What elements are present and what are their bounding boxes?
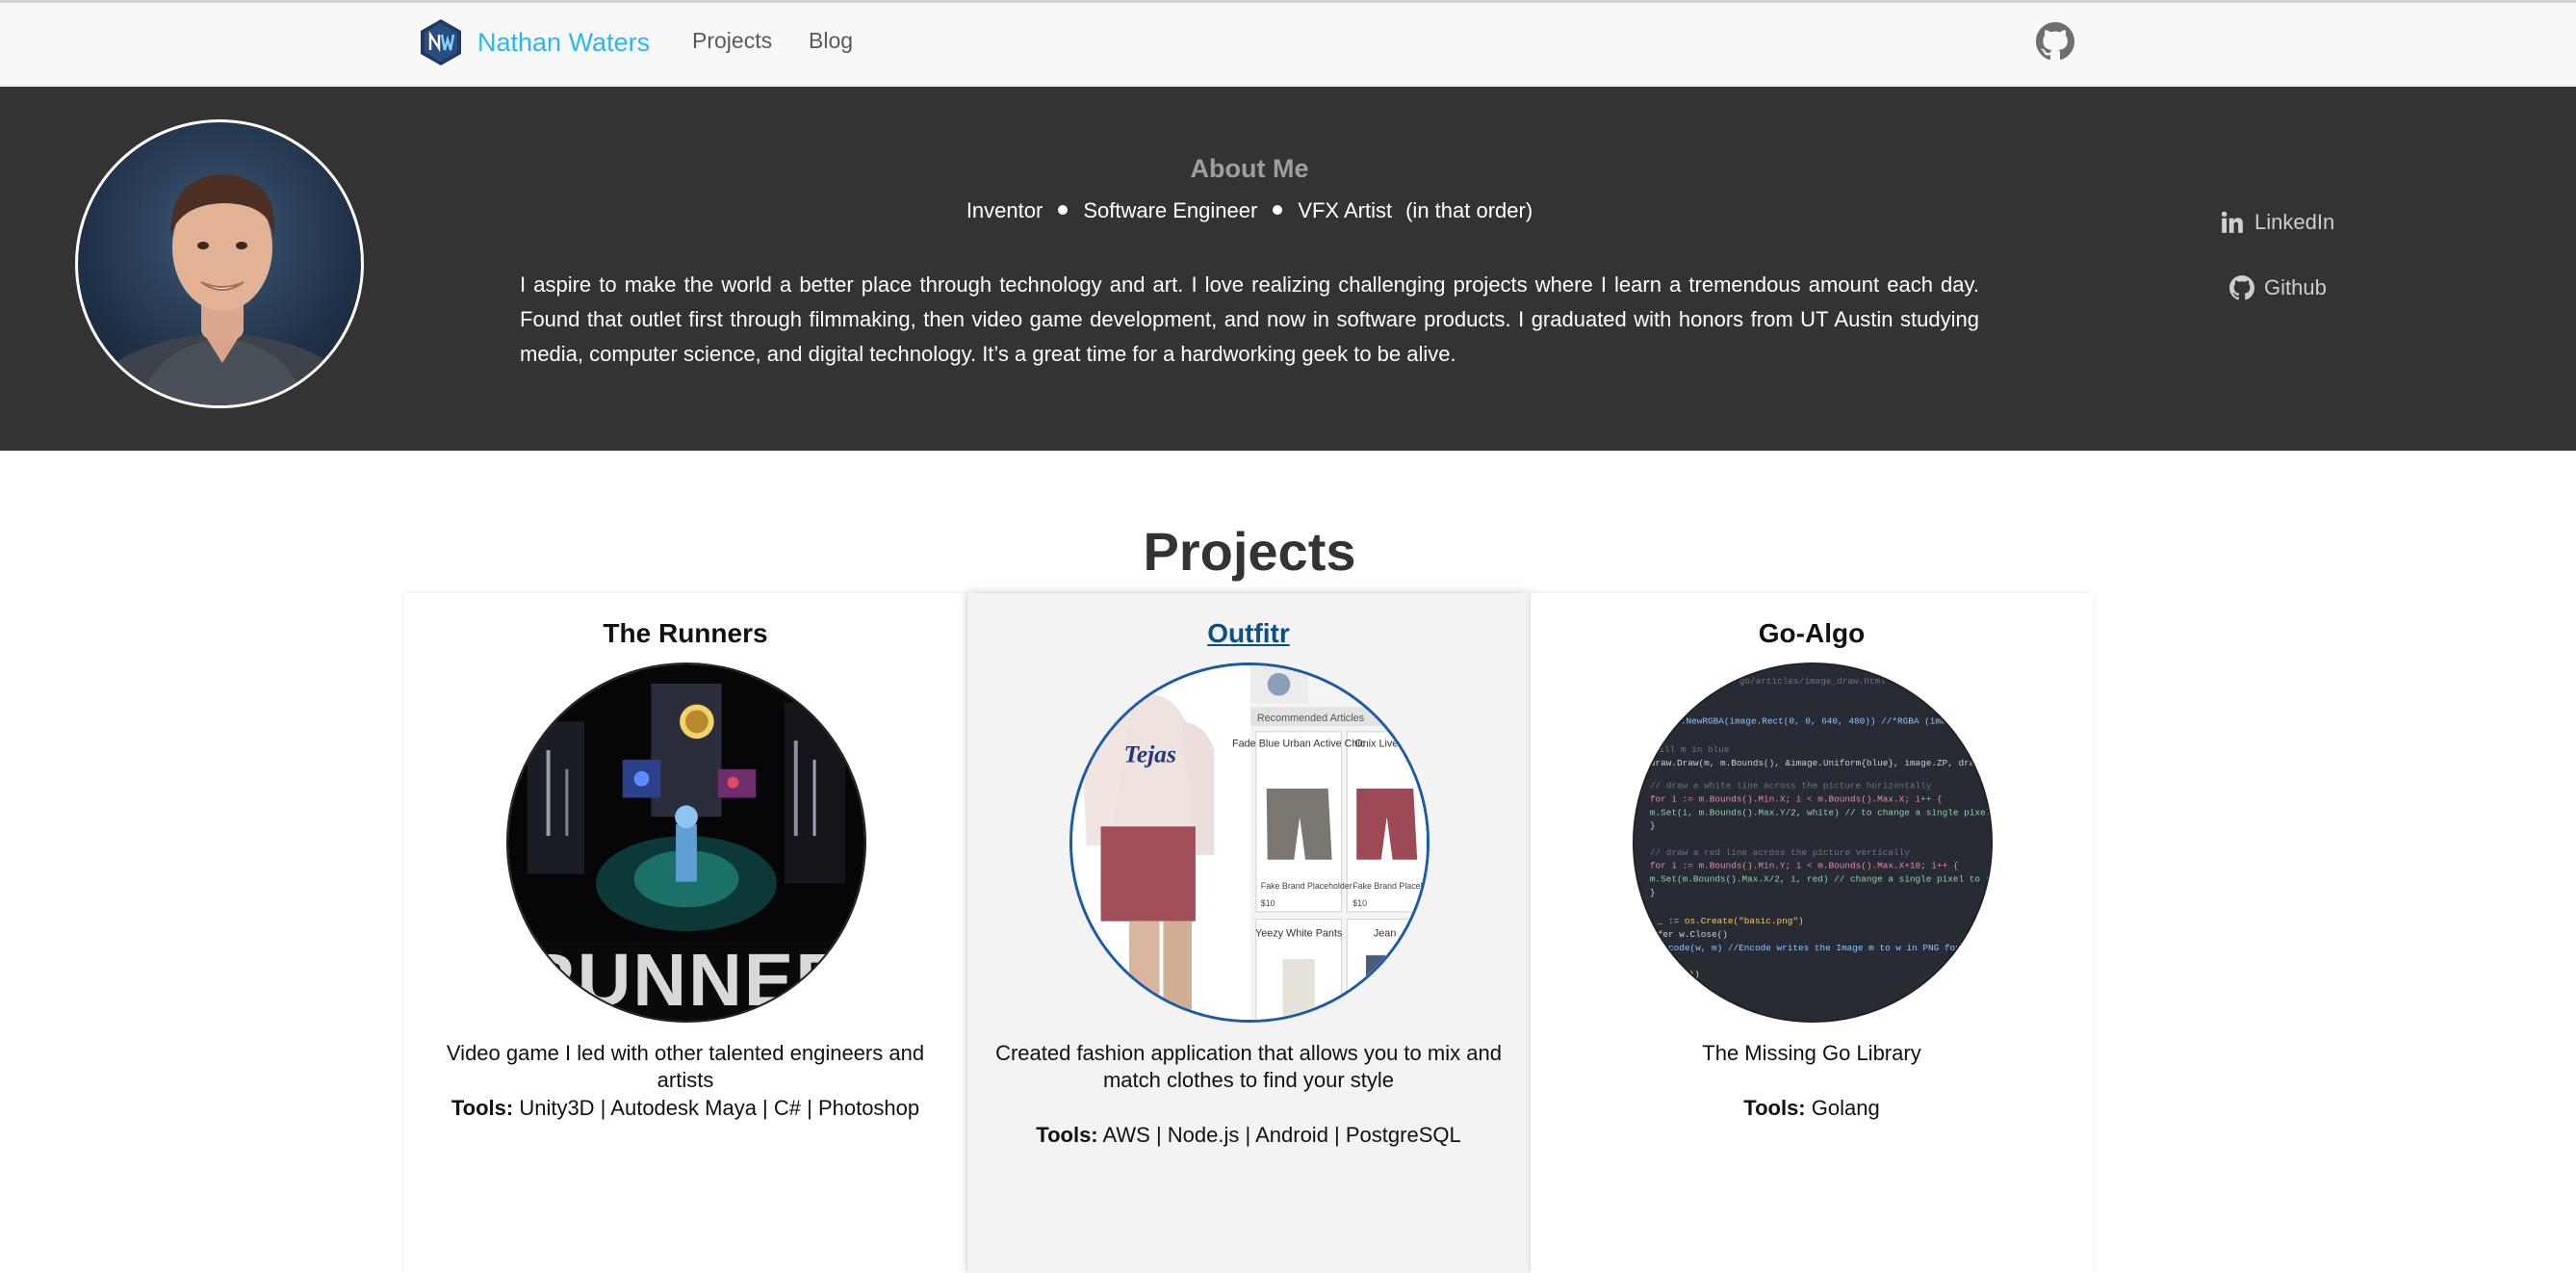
code-line: for i := m.Bounds().Min.Y; i < m.Bounds(… — [1650, 861, 1959, 871]
about-section: About Me Inventor Software Engineer VFX Ar… — [0, 87, 2576, 451]
code-line: } — [1650, 887, 1656, 897]
project-title: Go-Algo — [1758, 618, 1866, 648]
project-title-link[interactable]: Outfitr — [967, 618, 1530, 649]
roles-line: Inventor Software Engineer VFX Artist (in t… — [0, 198, 2499, 223]
item4-name: Jean — [1374, 927, 1396, 939]
code-line: _ := os.Create("basic.png") — [1657, 916, 1804, 926]
tools-list: Unity3D | Autodesk Maya | C# | Photoshop — [519, 1096, 920, 1120]
nw-logo-icon — [421, 19, 461, 65]
project-image-outfitr: Tejas Recommended Articles Fade Blue Urb… — [1069, 662, 1430, 1023]
role-inventor: Inventor — [966, 198, 1043, 222]
projects-heading: Projects — [1143, 521, 1356, 582]
linkedin-label[interactable]: LinkedIn — [2254, 210, 2334, 235]
role-vfx-artist: VFX Artist — [1298, 198, 1393, 222]
runners-logo-text: RUNNER — [522, 939, 851, 1021]
tools-label: Tools: — [1036, 1123, 1098, 1147]
tools-list: Golang — [1811, 1096, 1880, 1120]
tools-label: Tools: — [1743, 1096, 1806, 1120]
project-description: Created fashion application that allows … — [995, 1041, 1502, 1092]
bullet-dot — [1058, 205, 1069, 216]
project-card-the-runners[interactable]: The Runners RUNNER Video game I led with… — [404, 593, 966, 1273]
price: $10 — [1261, 898, 1275, 908]
nav-link-blog[interactable]: Blog — [809, 28, 853, 54]
code-line: // draw a red line across the picture ve… — [1650, 847, 1910, 858]
project-card-go-algo[interactable]: Go-Algo go/articles/image_draw.html imag… — [1531, 593, 2093, 1273]
project-description: The Missing Go Library — [1702, 1041, 1921, 1065]
code-line: m.Set(i, m.Bounds().Max.Y/2, white) // t… — [1650, 807, 1991, 818]
brand-name[interactable]: Nathan Waters — [477, 28, 650, 58]
price: $10 — [1352, 898, 1367, 908]
project-image-the-runners: RUNNER — [506, 662, 866, 1023]
github-icon[interactable] — [2036, 22, 2074, 61]
nav-link-projects[interactable]: Projects — [692, 28, 772, 54]
code-line: fill m in blue — [1654, 744, 1730, 755]
code-line: for i := m.Bounds().Min.X; i < m.Bounds(… — [1650, 793, 1943, 804]
tools-label: Tools: — [451, 1096, 514, 1120]
item2-name: Onix Live Straight Sh — [1354, 739, 1427, 750]
github-label[interactable]: Github — [2264, 275, 2327, 300]
linkedin-icon — [2221, 211, 2243, 233]
project-title: The Runners — [603, 618, 768, 648]
tools-list: AWS | Node.js | Android | PostgreSQL — [1102, 1123, 1461, 1147]
bullet-dot — [1273, 205, 1283, 216]
item1-name: Fade Blue Urban Active Chic — [1232, 739, 1366, 750]
code-line: draw.Draw(m, m.Bounds(), &image.Uniform{… — [1650, 758, 1991, 768]
brand-placeholder: Fake Brand Placeholder — [1261, 881, 1352, 891]
brand-placeholder: Fake Brand Placeholder — [1352, 881, 1427, 891]
role-software-engineer: Software Engineer — [1083, 198, 1258, 222]
code-line: } — [1650, 820, 1656, 831]
project-description: Video game I led with other talented eng… — [446, 1041, 925, 1092]
github-icon — [2229, 275, 2254, 300]
bio-text: I aspire to make the world a better plac… — [520, 273, 1979, 366]
about-title: About Me — [1190, 154, 1309, 183]
linkedin-link[interactable]: LinkedIn — [2220, 210, 2334, 235]
navbar: Nathan Waters Projects Blog — [0, 3, 2576, 86]
item3-name: Yeezy White Pants — [1255, 927, 1343, 939]
project-image-go-algo: go/articles/image_draw.html image.NewRGB… — [1633, 662, 1993, 1023]
brand-link[interactable]: Nathan Waters — [420, 15, 650, 69]
github-link[interactable]: Github — [2229, 275, 2327, 300]
outfitr-header: Recommended Articles — [1257, 713, 1365, 724]
code-line: fer w.Close() — [1658, 929, 1728, 940]
project-card-outfitr[interactable]: Outfitr Tejas Recommended Articles Fade … — [967, 593, 1530, 1273]
project-tools: Tools: Golang — [1540, 1096, 2083, 1121]
code-line: // draw a white line across the picture … — [1650, 781, 1932, 792]
code-line: m.Set(m.Bounds().Max.X/2, i, red) // cha… — [1650, 874, 1991, 885]
code-line: Encode(w, m) //Encode writes the Image m… — [1658, 943, 1983, 953]
code-line: go/articles/image_draw.html — [1739, 676, 1886, 687]
code-line: image.NewRGBA(image.Rect(0, 0, 640, 480)… — [1654, 715, 1968, 726]
project-tools: Tools: AWS | Node.js | Android | Postgre… — [977, 1123, 1520, 1148]
shirt-text: Tejas — [1123, 740, 1176, 767]
code-line: ln()) — [1673, 969, 1700, 979]
roles-note: (in that order) — [1405, 198, 1533, 222]
project-tools: Tools: Unity3D | Autodesk Maya | C# | Ph… — [414, 1096, 957, 1121]
